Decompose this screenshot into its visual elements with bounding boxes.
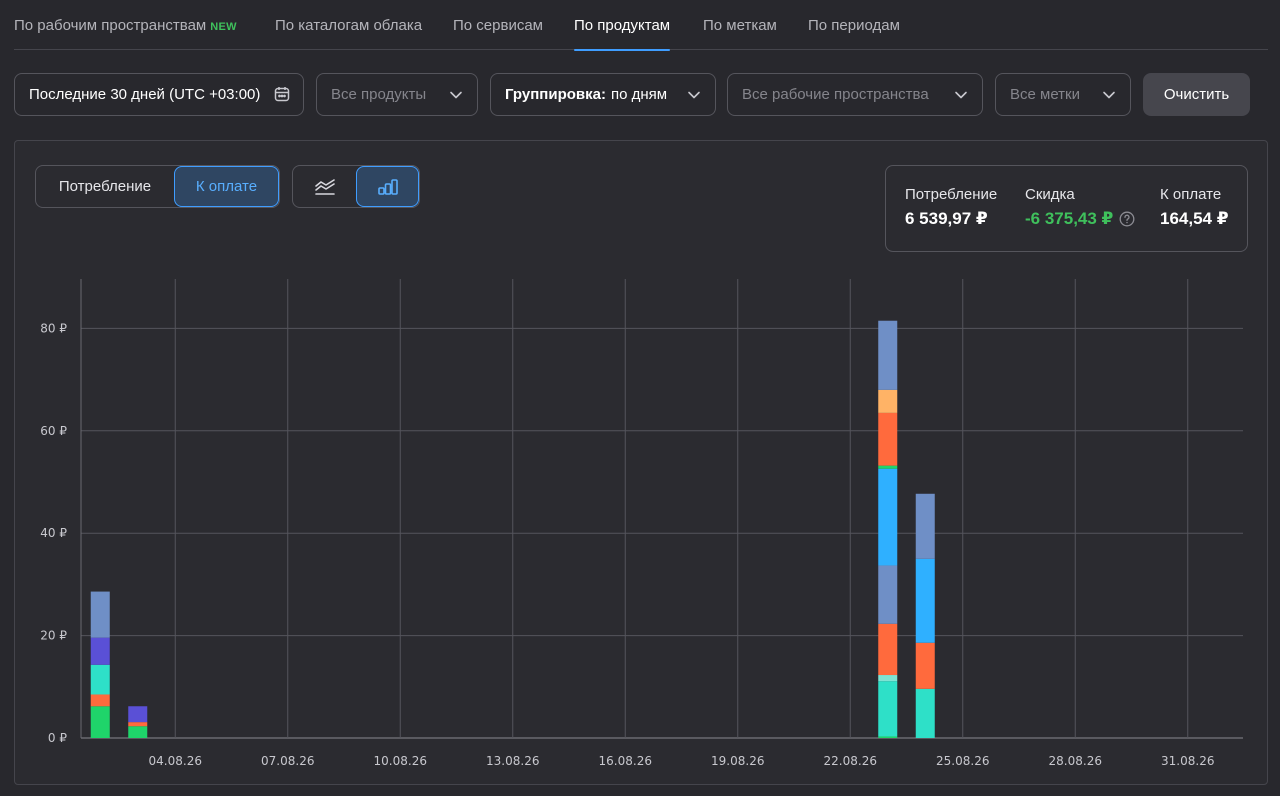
bar-chart-button[interactable] [356, 166, 419, 207]
x-tick-label: 13.08.26 [486, 754, 539, 768]
x-tick-label: 22.08.26 [824, 754, 877, 768]
tab-label: По периодам [808, 17, 900, 34]
tab-labels[interactable]: По меткам [703, 17, 777, 50]
bar-segment[interactable] [90, 694, 110, 707]
report-tabs: По рабочим пространствам NEW По каталогам… [14, 0, 1268, 51]
chevron-down-icon [688, 91, 700, 99]
payable-summary: К оплате 164,54 ₽ [1160, 186, 1229, 229]
bar-segment[interactable] [915, 642, 935, 689]
y-tick-label: 80 ₽ [40, 321, 67, 335]
y-axis-ticks: 0 ₽ 20 ₽ 40 ₽ 60 ₽ 80 ₽ [40, 321, 67, 745]
tab-label: По продуктам [574, 17, 671, 34]
discount-summary: Скидка -6 375,43 ₽ [1025, 186, 1135, 229]
consumption-label: Потребление [905, 186, 998, 203]
bar-chart-icon [377, 178, 398, 195]
period-picker[interactable]: Последние 30 дней (UTC +03:00) [14, 73, 304, 116]
bar-segment[interactable] [915, 688, 935, 738]
bar-segment[interactable] [128, 722, 148, 727]
x-tick-label: 04.08.26 [149, 754, 202, 768]
tab-label: По рабочим пространствам [14, 17, 207, 34]
x-tick-label: 10.08.26 [374, 754, 427, 768]
x-tick-label: 25.08.26 [936, 754, 989, 768]
area-chart-button[interactable] [293, 166, 356, 207]
chart-grid [80, 279, 1243, 739]
bar-segment[interactable] [90, 637, 110, 665]
new-badge: NEW [210, 21, 237, 33]
area-chart-icon [314, 178, 335, 195]
y-tick-label: 20 ₽ [40, 629, 67, 643]
tab-workspaces[interactable]: По рабочим пространствам NEW [14, 17, 237, 50]
bar-stack[interactable] [128, 706, 148, 738]
tab-cloud-catalogs[interactable]: По каталогам облака [275, 17, 422, 50]
bar-chart: 0 ₽ 20 ₽ 40 ₽ 60 ₽ 80 ₽ 04.08.26 07.08.26 10.0… [40, 279, 1243, 768]
x-tick-label: 07.08.26 [261, 754, 314, 768]
grouping-value: по дням [610, 86, 668, 103]
x-tick-label: 19.08.26 [711, 754, 764, 768]
bar-segment[interactable] [878, 465, 898, 469]
labels-placeholder: Все метки [1010, 86, 1080, 103]
x-tick-label: 28.08.26 [1049, 754, 1102, 768]
labels-select[interactable]: Все метки [995, 73, 1131, 116]
tab-label: По каталогам облака [275, 17, 423, 34]
bar-segment[interactable] [878, 736, 898, 738]
discount-label: Скидка [1025, 186, 1075, 203]
bar-segment[interactable] [128, 706, 148, 723]
bar-segment[interactable] [878, 681, 898, 737]
payable-label: К оплате [1160, 186, 1222, 203]
products-select[interactable]: Все продукты [316, 73, 478, 116]
grouping-label: Группировка: [505, 86, 606, 103]
payable-value: 164,54 ₽ [1160, 209, 1229, 228]
chart-panel: Потребление К оплате Потребление 6 539,9… [14, 140, 1268, 785]
bar-stack[interactable] [90, 591, 110, 738]
calendar-icon [274, 87, 290, 102]
workspaces-select[interactable]: Все рабочие пространства [727, 73, 983, 116]
discount-row: -6 375,43 ₽ [1025, 209, 1135, 229]
bar-segment[interactable] [90, 706, 110, 738]
help-icon[interactable] [1119, 211, 1135, 227]
payable-mode-button[interactable]: К оплате [174, 166, 279, 207]
bar-segment[interactable] [90, 664, 110, 695]
discount-value: -6 375,43 ₽ [1025, 209, 1114, 228]
bar-segment[interactable] [878, 565, 898, 624]
mode-switch: Потребление К оплате [35, 165, 280, 208]
bar-segment[interactable] [878, 412, 898, 466]
bar-stack[interactable] [915, 493, 935, 738]
tab-label: По меткам [703, 17, 777, 34]
tab-products[interactable]: По продуктам [574, 17, 671, 51]
period-value: Последние 30 дней (UTC +03:00) [29, 86, 261, 103]
bar-segment[interactable] [915, 493, 935, 559]
bar-segment[interactable] [915, 558, 935, 643]
x-tick-label: 31.08.26 [1161, 754, 1214, 768]
y-tick-label: 40 ₽ [40, 526, 67, 540]
bar-segment[interactable] [878, 675, 898, 682]
bar-segment[interactable] [878, 320, 898, 390]
clear-button[interactable]: Очистить [1143, 73, 1250, 116]
bar-segment[interactable] [878, 389, 898, 413]
chart-view-switch [292, 165, 420, 208]
consumption-summary: Потребление 6 539,97 ₽ [905, 186, 997, 229]
tab-label: По сервисам [453, 17, 543, 34]
bar-segment[interactable] [878, 623, 898, 676]
tab-services[interactable]: По сервисам [453, 17, 543, 50]
x-tick-label: 16.08.26 [599, 754, 652, 768]
chevron-down-icon [450, 91, 462, 99]
bar-segment[interactable] [878, 468, 898, 566]
y-tick-label: 60 ₽ [40, 424, 67, 438]
y-tick-label: 0 ₽ [48, 731, 67, 745]
bar-segment[interactable] [128, 726, 148, 738]
workspaces-placeholder: Все рабочие пространства [742, 86, 929, 103]
consumption-value: 6 539,97 ₽ [905, 209, 988, 228]
bar-segment[interactable] [90, 591, 110, 638]
products-placeholder: Все продукты [331, 86, 427, 103]
chevron-down-icon [1103, 91, 1115, 99]
summary-card: Потребление 6 539,97 ₽ Скидка -6 375,43 … [885, 165, 1248, 252]
x-axis-ticks: 04.08.26 07.08.26 10.08.26 13.08.26 16.08.26… [149, 754, 1215, 768]
tab-periods[interactable]: По периодам [808, 17, 900, 50]
grouping-select[interactable]: Группировка: по дням [490, 73, 716, 116]
consumption-mode-button[interactable]: Потребление [36, 166, 174, 207]
bar-stack[interactable] [878, 320, 898, 738]
chevron-down-icon [955, 91, 967, 99]
